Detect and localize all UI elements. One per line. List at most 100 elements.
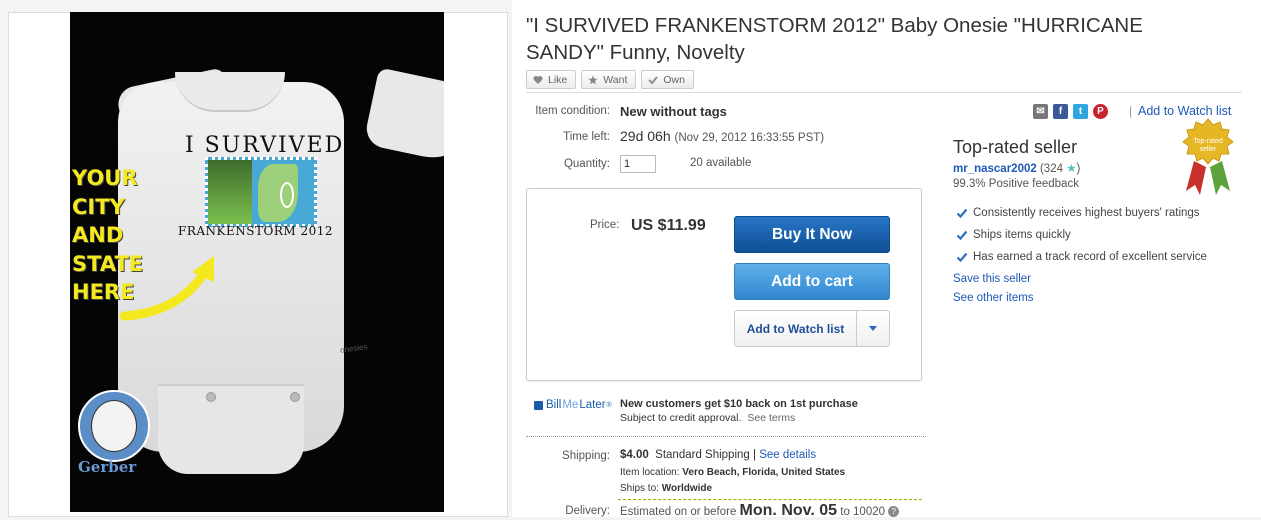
billmelater-logo[interactable]: Bill Me Later ® [534, 399, 612, 411]
seller-feature: Ships items quickly [956, 224, 1207, 246]
billmelater-headline: New customers get $10 back on 1st purcha… [620, 398, 858, 410]
see-details-link[interactable]: See details [759, 449, 816, 461]
divider [526, 436, 926, 437]
shipping-label: Shipping: [562, 450, 610, 462]
item-actions: Like Want Own [526, 70, 694, 89]
heart-icon [533, 75, 543, 84]
frankenstein-face [208, 160, 252, 224]
seller-features: Consistently receives highest buyers' ra… [956, 202, 1207, 268]
product-image[interactable]: I SURVIVED FRANKENSTORM 2012 YOUR CITY A… [70, 12, 444, 512]
overlay-line: YOUR [72, 166, 138, 190]
add-to-watchlist-button[interactable]: Add to Watch list [735, 311, 857, 346]
seller-feature-text: Ships items quickly [973, 229, 1071, 241]
like-label: Like [548, 73, 568, 86]
check-icon [956, 230, 968, 241]
see-terms-link[interactable]: See terms [747, 412, 795, 424]
ships-to: Ships to: Worldwide [620, 483, 712, 494]
add-to-watchlist-link[interactable]: Add to Watch list [1138, 104, 1231, 118]
seller-feature-text: Consistently receives highest buyers' ra… [973, 207, 1200, 219]
positive-feedback: 99.3% Positive feedback [953, 178, 1079, 190]
delivery-value: Estimated on or before Mon. Nov. 05 to 1… [620, 502, 900, 520]
quantity-input[interactable] [620, 155, 656, 173]
star-icon [588, 75, 598, 84]
yellow-arrow-icon [119, 256, 214, 321]
timeleft-label: Time left: [563, 131, 610, 143]
want-button[interactable]: Want [581, 70, 637, 89]
item-location-label: Item location: [620, 467, 680, 478]
overlay-line: AND [72, 223, 124, 247]
condition-value: New without tags [620, 104, 727, 119]
delivery-label: Delivery: [565, 505, 610, 517]
gerber-logo [78, 390, 150, 462]
like-button[interactable]: Like [526, 70, 577, 89]
item-location: Item location: Vero Beach, Florida, Unit… [620, 467, 845, 478]
own-button[interactable]: Own [641, 70, 694, 89]
storm-track [280, 182, 294, 208]
snap-button [290, 392, 300, 402]
snap-button [206, 392, 216, 402]
gerber-baby-face [91, 400, 137, 452]
shipping-cost: $4.00 [620, 449, 649, 461]
seller-name-link[interactable]: mr_nascar2002 [953, 163, 1037, 175]
seller-heading: Top-rated seller [953, 137, 1078, 157]
check-icon [956, 208, 968, 219]
item-location-value: Vero Beach, Florida, United States [682, 467, 846, 478]
ships-to-value: Worldwide [661, 483, 713, 494]
timeleft-end-date: (Nov 29, 2012 16:33:55 PST) [674, 132, 825, 144]
email-icon[interactable]: ✉ [1033, 104, 1048, 119]
price-value: US $11.99 [631, 217, 706, 234]
watchlist-dropdown-button[interactable] [857, 311, 889, 346]
credit-approval-text: Subject to credit approval. [620, 412, 742, 424]
frankenstorm-map-graphic [205, 157, 317, 227]
gerber-wordmark: Gerber [78, 458, 137, 476]
print-headline: I SURVIVED [185, 133, 345, 158]
check-icon [956, 252, 968, 263]
item-title: "I SURVIVED FRANKENSTORM 2012" Baby Ones… [526, 14, 1143, 64]
pinterest-icon[interactable]: P [1093, 104, 1108, 119]
delivery-date: Mon. Nov. 05 [739, 502, 838, 519]
add-to-watchlist-button-group: Add to Watch list [734, 310, 890, 347]
seller-score-close: ) [1076, 163, 1081, 175]
see-other-items-link[interactable]: See other items [953, 292, 1034, 304]
top-rated-seller-badge-icon: Top-rated seller [1182, 118, 1234, 195]
checkbox-logo-icon [534, 400, 543, 410]
price-label: Price: [590, 219, 620, 231]
divider [526, 92, 1242, 93]
billmelater-word-bill: Bill [546, 399, 562, 411]
own-label: Own [663, 73, 685, 86]
billmelater-subtext: Subject to credit approval. See terms [620, 412, 795, 424]
want-label: Want [603, 73, 628, 86]
check-icon [648, 75, 659, 84]
seller-feature: Consistently receives highest buyers' ra… [956, 202, 1207, 224]
seller-feature-text: Has earned a track record of excellent s… [973, 251, 1207, 263]
overlay-line: CITY [72, 194, 125, 219]
rating-star-icon: ★ [1066, 163, 1077, 175]
seller-score[interactable]: (324 [1040, 163, 1063, 175]
timeleft-value: 29d 06h (Nov 29, 2012 16:33:55 PST) [620, 128, 824, 144]
share-icons: ✉ f t P [1033, 104, 1108, 119]
shipping-method: Standard Shipping | [655, 449, 756, 461]
twitter-icon[interactable]: t [1073, 104, 1088, 119]
delivery-zip: to 10020 [840, 506, 886, 518]
onesie-crotch [158, 384, 304, 474]
print-caption: FRANKENSTORM 2012 [178, 224, 333, 238]
registered-mark: ® [606, 401, 612, 409]
quantity-label: Quantity: [563, 158, 610, 170]
divider [618, 499, 922, 500]
chevron-down-icon [869, 326, 877, 331]
timeleft-duration: 29d 06h [620, 128, 671, 144]
seller-info: mr_nascar2002 (324 ★) [953, 161, 1080, 175]
ships-to-label: Ships to: [620, 483, 659, 494]
seller-feature: Has earned a track record of excellent s… [956, 246, 1207, 268]
onesie-right-sleeve [363, 67, 444, 167]
add-to-cart-button[interactable]: Add to cart [734, 263, 890, 300]
separator: | [1129, 104, 1133, 118]
billmelater-word-later: Later [579, 399, 606, 411]
facebook-icon[interactable]: f [1053, 104, 1068, 119]
condition-label: Item condition: [535, 105, 610, 117]
save-seller-link[interactable]: Save this seller [953, 273, 1031, 285]
delivery-prefix: Estimated on or before [620, 506, 737, 518]
help-icon[interactable]: ? [888, 506, 900, 518]
shipping-value: $4.00 Standard Shipping | See details [620, 449, 816, 461]
buy-it-now-button[interactable]: Buy It Now [734, 216, 890, 253]
